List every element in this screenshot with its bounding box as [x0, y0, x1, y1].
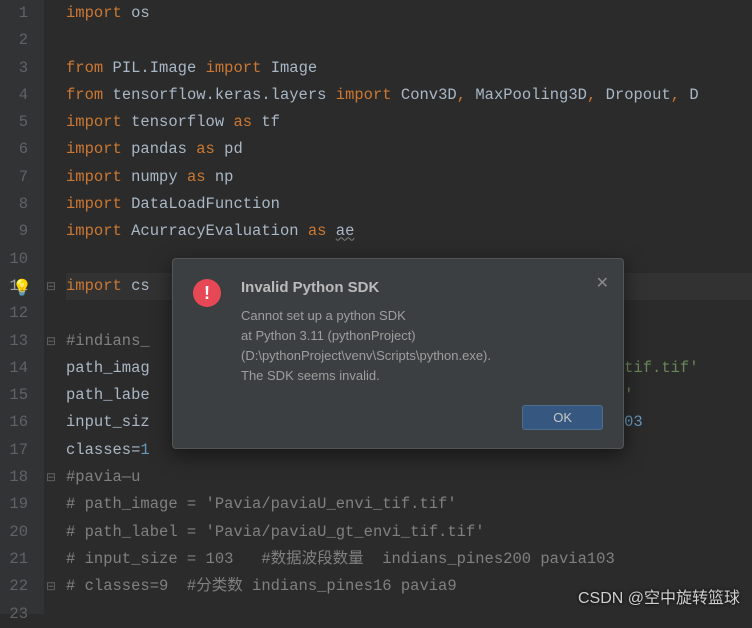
line-number: 12 [8, 300, 28, 327]
code-line[interactable]: from PIL.Image import Image [66, 55, 752, 82]
dialog-title: Invalid Python SDK [241, 279, 603, 296]
watermark: CSDN @空中旋转篮球 [578, 584, 740, 608]
line-number: 15 [8, 382, 28, 409]
code-line[interactable] [66, 27, 752, 54]
line-number: 10 [8, 246, 28, 273]
line-number: 5 [8, 109, 28, 136]
fold-marker[interactable]: ⊟ [46, 334, 56, 349]
code-line[interactable]: import tensorflow as tf [66, 109, 752, 136]
line-number: 2 [8, 27, 28, 54]
line-number: 19 [8, 491, 28, 518]
code-line[interactable]: import pandas as pd [66, 136, 752, 163]
dialog-message: Cannot set up a python SDK at Python 3.1… [241, 306, 603, 387]
line-number: 21 [8, 546, 28, 573]
line-number: 1 [8, 0, 28, 27]
close-icon[interactable]: ✕ [596, 273, 609, 293]
code-line[interactable]: import numpy as np [66, 164, 752, 191]
fold-column: ⊟ ⊟ ⊟ ⊟ [44, 0, 62, 614]
error-dialog: ✕ ! Invalid Python SDK Cannot set up a p… [172, 258, 624, 449]
line-number: 13 [8, 328, 28, 355]
code-line[interactable]: import os [66, 0, 752, 27]
code-line[interactable]: #pavia—u [66, 464, 752, 491]
fold-marker[interactable]: ⊟ [46, 579, 56, 594]
fold-marker[interactable]: ⊟ [46, 470, 56, 485]
line-number: 9 [8, 218, 28, 245]
line-number: 7 [8, 164, 28, 191]
ok-button[interactable]: OK [522, 405, 603, 430]
line-number: 8 [8, 191, 28, 218]
code-line[interactable]: # path_label = 'Pavia/paviaU_gt_envi_tif… [66, 519, 752, 546]
code-line[interactable]: # input_size = 103 #数据波段数量 indians_pines… [66, 546, 752, 573]
code-line[interactable]: import AcurracyEvaluation as ae [66, 218, 752, 245]
code-line[interactable]: # path_image = 'Pavia/paviaU_envi_tif.ti… [66, 491, 752, 518]
code-line[interactable]: from tensorflow.keras.layers import Conv… [66, 82, 752, 109]
line-number: 14 [8, 355, 28, 382]
fold-marker[interactable]: ⊟ [46, 279, 56, 294]
line-number: 18 [8, 464, 28, 491]
line-number: 16 [8, 409, 28, 436]
code-line[interactable]: import DataLoadFunction [66, 191, 752, 218]
line-number: 3 [8, 55, 28, 82]
error-icon: ! [193, 279, 221, 307]
intention-bulb-icon[interactable]: 💡 [12, 278, 32, 298]
line-number: 23 [8, 601, 28, 628]
line-number: 4 [8, 82, 28, 109]
line-number: 17 [8, 437, 28, 464]
line-number: 22 [8, 573, 28, 600]
line-number: 6 [8, 136, 28, 163]
line-number-gutter: 1234567891011121314151617181920212223 [0, 0, 44, 614]
line-number: 20 [8, 519, 28, 546]
